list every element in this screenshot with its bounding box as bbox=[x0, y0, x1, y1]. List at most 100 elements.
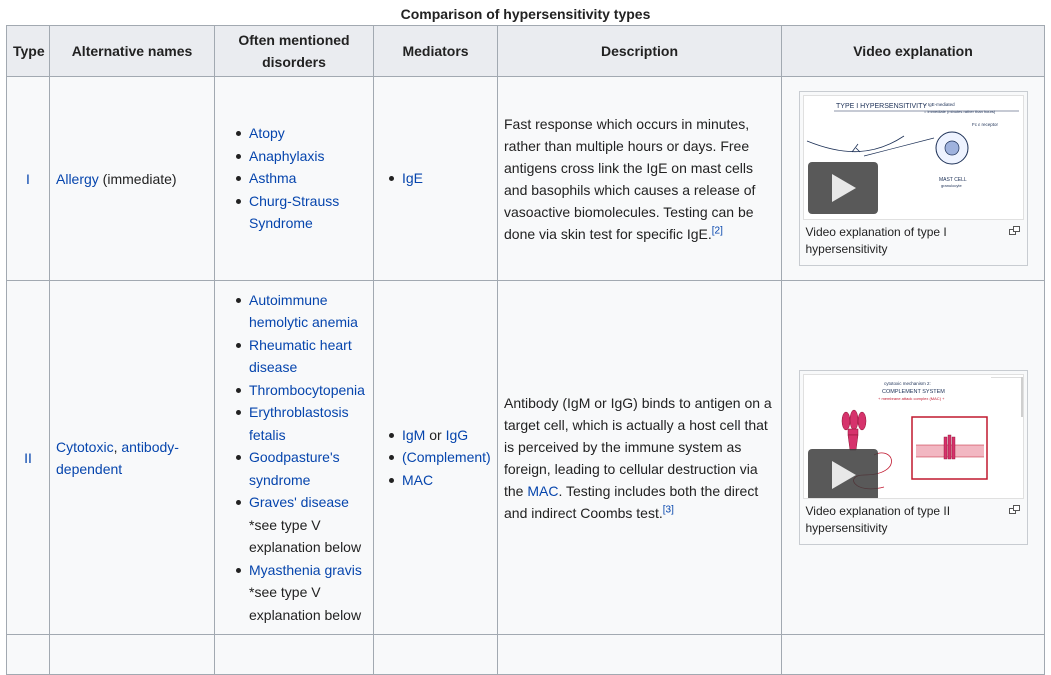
magnify-icon[interactable] bbox=[1008, 505, 1020, 514]
cytotoxic-link[interactable]: Cytotoxic bbox=[56, 439, 114, 455]
table-caption: Comparison of hypersensitivity types bbox=[400, 6, 651, 22]
mediator-link-mac[interactable]: MAC bbox=[402, 472, 433, 488]
list-item: Atopy bbox=[236, 122, 367, 145]
thumb-title: TYPE I HYPERSENSITIVITY bbox=[836, 103, 927, 110]
disorders-list: Atopy Anaphylaxis Asthma Churg-Strauss S… bbox=[221, 122, 367, 235]
mac-link[interactable]: MAC bbox=[527, 483, 558, 499]
hypersensitivity-table: Type Alternative names Often mentioned d… bbox=[6, 25, 1045, 675]
thumb-label1: Fc ε receptor bbox=[972, 122, 999, 127]
play-button[interactable] bbox=[807, 449, 878, 498]
type-link[interactable]: II bbox=[24, 450, 32, 466]
disorder-link[interactable]: Myasthenia gravis bbox=[249, 562, 362, 578]
video-cell: cytotoxic mechanism 2: COMPLEMENT SYSTEM… bbox=[781, 280, 1045, 635]
list-item: Myasthenia gravis *see type V explanatio… bbox=[236, 559, 367, 627]
header-type[interactable]: Type bbox=[6, 25, 50, 77]
list-item: Thrombocytopenia bbox=[236, 379, 367, 402]
type-cell: I bbox=[6, 76, 50, 281]
list-item: Graves' disease *see type V explanation … bbox=[236, 491, 367, 559]
thumb-title2: COMPLEMENT SYSTEM bbox=[882, 389, 945, 395]
list-item: (Complement) bbox=[389, 446, 491, 469]
play-icon bbox=[831, 174, 856, 202]
mediators-cell: IgM or IgG (Complement) MAC bbox=[373, 280, 498, 635]
table-row-type-1: I Allergy (immediate) Atopy Anaphylaxis … bbox=[6, 76, 1045, 281]
empty-cell bbox=[49, 634, 215, 675]
video-player[interactable]: cytotoxic mechanism 2: COMPLEMENT SYSTEM… bbox=[802, 374, 1024, 499]
description-text: Fast response which occurs in minutes, r… bbox=[504, 113, 775, 245]
video-thumbnail: TYPE I HYPERSENSITIVITY = IgE-mediated =… bbox=[798, 91, 1028, 266]
empty-cell bbox=[6, 634, 50, 675]
list-item: MAC bbox=[389, 469, 491, 492]
description-text: Antibody (IgM or IgG) binds to antigen o… bbox=[504, 392, 775, 524]
allergy-link[interactable]: Allergy bbox=[56, 171, 99, 187]
disorder-note: *see type V explanation below bbox=[249, 516, 362, 556]
alt-names-cell: Cytotoxic, antibody-dependent bbox=[49, 280, 215, 635]
description-body: Fast response which occurs in minutes, r… bbox=[504, 115, 756, 242]
magnify-icon[interactable] bbox=[1008, 226, 1020, 235]
thumb-title3: + membrane attack complex (MAC) + bbox=[878, 396, 945, 401]
reference-link[interactable]: [3] bbox=[663, 504, 674, 515]
alt-names-cell: Allergy (immediate) bbox=[49, 76, 215, 281]
reference-link[interactable]: [2] bbox=[712, 225, 723, 236]
description-cell: Fast response which occurs in minutes, r… bbox=[497, 76, 782, 281]
mediator-link-igm[interactable]: IgM bbox=[402, 427, 425, 443]
mediator-link-igg[interactable]: IgG bbox=[446, 427, 469, 443]
disorder-link[interactable]: Asthma bbox=[249, 170, 296, 186]
empty-cell bbox=[373, 634, 498, 675]
video-cell: TYPE I HYPERSENSITIVITY = IgE-mediated =… bbox=[781, 76, 1045, 281]
list-item: Autoimmune hemolytic anemia bbox=[236, 289, 367, 334]
type-link[interactable]: I bbox=[26, 171, 30, 187]
header-alternative-names[interactable]: Alternative names bbox=[49, 25, 215, 77]
disorder-note: *see type V explanation below bbox=[249, 584, 362, 623]
list-item: IgE bbox=[389, 167, 491, 190]
mediator-link-complement[interactable]: (Complement) bbox=[402, 449, 491, 465]
mediator-link[interactable]: IgE bbox=[402, 170, 423, 186]
disorders-list: Autoimmune hemolytic anemia Rheumatic he… bbox=[221, 289, 367, 627]
list-item: Rheumatic heart disease bbox=[236, 334, 367, 379]
list-item: Asthma bbox=[236, 167, 367, 190]
disorder-link[interactable]: Anaphylaxis bbox=[249, 148, 325, 164]
empty-cell bbox=[781, 634, 1045, 675]
thumb-label3: granulocyte bbox=[941, 183, 962, 188]
thumb-title1: cytotoxic mechanism 2: bbox=[884, 381, 931, 386]
header-disorders[interactable]: Often mentioned disorders bbox=[214, 25, 374, 77]
play-icon bbox=[831, 461, 856, 489]
alt-names-text: (immediate) bbox=[98, 170, 177, 187]
disorder-link[interactable]: Goodpasture's syndrome bbox=[249, 449, 340, 488]
disorder-link[interactable]: Graves' disease bbox=[249, 494, 349, 510]
list-item: IgM or IgG bbox=[389, 424, 491, 447]
header-mediators[interactable]: Mediators bbox=[373, 25, 498, 77]
empty-cell bbox=[214, 634, 374, 675]
disorder-link[interactable]: Atopy bbox=[249, 125, 285, 141]
header-video[interactable]: Video explanation bbox=[781, 25, 1045, 77]
disorder-link[interactable]: Erythroblastosis fetalis bbox=[249, 404, 349, 443]
header-row: Type Alternative names Often mentioned d… bbox=[6, 25, 1045, 77]
video-thumbnail: cytotoxic mechanism 2: COMPLEMENT SYSTEM… bbox=[798, 370, 1028, 545]
mediators-cell: IgE bbox=[373, 76, 498, 281]
list-item: Goodpasture's syndrome bbox=[236, 446, 367, 491]
description-cell: Antibody (IgM or IgG) binds to antigen o… bbox=[497, 280, 782, 635]
empty-cell bbox=[497, 634, 782, 675]
disorder-link[interactable]: Rheumatic heart disease bbox=[249, 337, 352, 376]
disorder-link[interactable]: Autoimmune hemolytic anemia bbox=[249, 292, 358, 331]
list-item: Erythroblastosis fetalis bbox=[236, 401, 367, 446]
header-description[interactable]: Description bbox=[497, 25, 782, 77]
video-player[interactable]: TYPE I HYPERSENSITIVITY = IgE-mediated =… bbox=[802, 95, 1024, 220]
disorder-link[interactable]: Churg-Strauss Syndrome bbox=[249, 193, 339, 232]
play-button[interactable] bbox=[807, 162, 878, 214]
disorder-link[interactable]: Thrombocytopenia bbox=[249, 382, 365, 398]
list-item: Anaphylaxis bbox=[236, 145, 367, 168]
video-caption-text: Video explanation of type II hypersensit… bbox=[805, 504, 951, 535]
table-row-next bbox=[6, 634, 1045, 675]
thumb-sub2: = immediate (minutes rather than hours) bbox=[924, 109, 996, 114]
video-caption: Video explanation of type I hypersensiti… bbox=[803, 220, 1024, 262]
video-caption-text: Video explanation of type I hypersensiti… bbox=[805, 225, 947, 256]
mediators-list: IgE bbox=[380, 167, 491, 190]
disorders-cell: Atopy Anaphylaxis Asthma Churg-Strauss S… bbox=[214, 76, 374, 281]
video-caption: Video explanation of type II hypersensit… bbox=[803, 499, 1024, 541]
type-cell: II bbox=[6, 280, 50, 635]
list-item: Churg-Strauss Syndrome bbox=[236, 190, 367, 235]
thumb-sub1: = IgE-mediated bbox=[924, 102, 955, 107]
mediators-list: IgM or IgG (Complement) MAC bbox=[380, 424, 491, 492]
mediator-or: or bbox=[425, 426, 446, 443]
table-row-type-2: II Cytotoxic, antibody-dependent Autoimm… bbox=[6, 280, 1045, 635]
